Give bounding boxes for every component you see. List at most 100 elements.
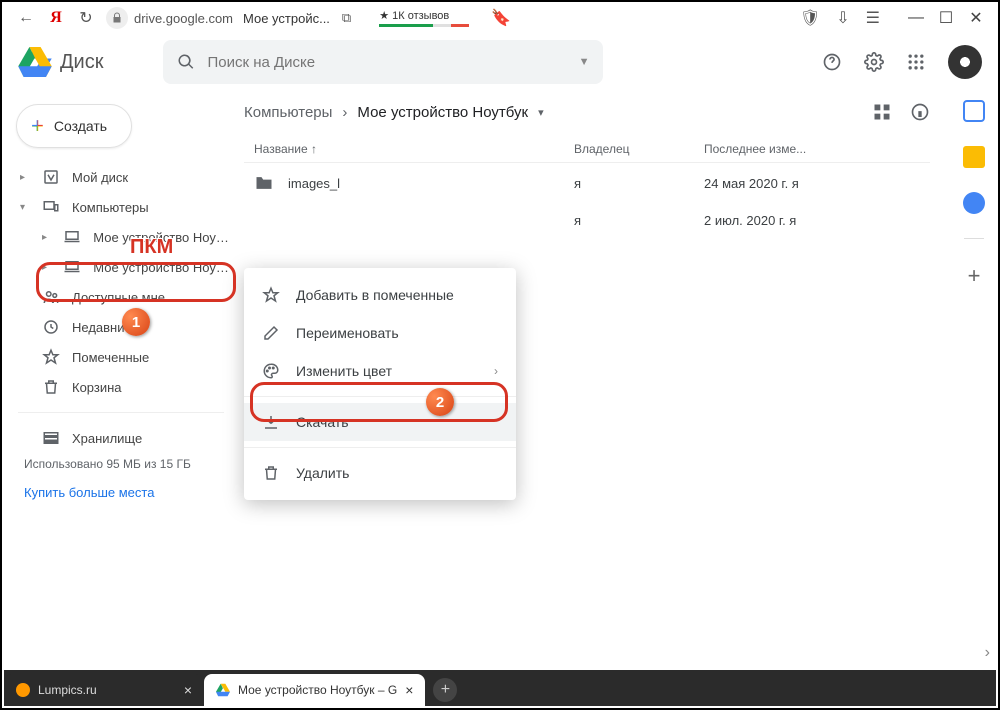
sidebar-item-mydrive[interactable]: ▸ Мой диск bbox=[2, 162, 240, 192]
chevron-right-icon: ▸ bbox=[42, 232, 51, 243]
ctx-download[interactable]: Скачать bbox=[244, 403, 516, 441]
sort-arrow-icon[interactable]: ↑ bbox=[311, 142, 317, 156]
close-tab-icon[interactable]: × bbox=[184, 682, 192, 698]
drive-logo[interactable]: Диск bbox=[18, 47, 103, 77]
star-icon bbox=[42, 348, 60, 366]
chevron-down-icon[interactable]: ▾ bbox=[538, 106, 544, 119]
browser-chrome: ← Я ↻ drive.google.com Мое устройс... ⧉ … bbox=[2, 2, 998, 34]
table-row[interactable]: images_l я 24 мая 2020 г. я bbox=[244, 163, 930, 203]
rating-widget[interactable]: ★ 1К отзывов bbox=[379, 9, 469, 27]
breadcrumb-current[interactable]: Мое устройство Ноутбук bbox=[357, 104, 528, 121]
yandex-icon[interactable]: Я bbox=[46, 9, 66, 27]
bookmark-icon[interactable]: 🔖 bbox=[491, 8, 511, 28]
settings-icon[interactable] bbox=[864, 52, 884, 72]
annotation-pkm: ПКМ bbox=[130, 236, 173, 259]
trash-icon bbox=[42, 378, 60, 396]
table-row[interactable]: я 2 июл. 2020 г. я bbox=[244, 203, 930, 238]
clock-icon bbox=[42, 318, 60, 336]
calendar-icon[interactable] bbox=[963, 100, 985, 122]
popout-icon[interactable]: ⧉ bbox=[342, 10, 351, 26]
chevron-right-icon: › bbox=[494, 364, 498, 378]
sidebar-item-storage[interactable]: ▸ Хранилище bbox=[2, 423, 240, 453]
devices-icon bbox=[42, 198, 60, 216]
maximize-button[interactable]: ☐ bbox=[932, 6, 960, 30]
address-bar[interactable]: drive.google.com Мое устройс... ⧉ bbox=[106, 7, 351, 29]
col-name[interactable]: Название bbox=[254, 142, 308, 156]
tasks-icon[interactable] bbox=[963, 192, 985, 214]
laptop-icon bbox=[63, 258, 81, 276]
pencil-icon bbox=[262, 324, 280, 342]
col-owner[interactable]: Владелец bbox=[574, 142, 704, 156]
tab-drive[interactable]: Мое устройство Ноутбук – G × bbox=[204, 674, 425, 706]
search-bar[interactable]: ▼ bbox=[163, 40, 603, 84]
ctx-rename[interactable]: Переименовать bbox=[244, 314, 516, 352]
drive-favicon bbox=[216, 683, 230, 697]
ctx-delete[interactable]: Удалить bbox=[244, 454, 516, 492]
chevron-right-icon: › bbox=[342, 104, 347, 121]
tab-lumpics[interactable]: Lumpics.ru × bbox=[4, 674, 204, 706]
annotation-badge-1: 1 bbox=[122, 308, 150, 336]
add-addon-icon[interactable]: + bbox=[968, 263, 981, 289]
account-avatar[interactable] bbox=[948, 45, 982, 79]
menu-icon[interactable]: ☰ bbox=[866, 8, 880, 28]
download-icon[interactable]: ⇩ bbox=[836, 8, 849, 28]
chevron-right-icon: ▸ bbox=[42, 262, 51, 273]
reload-icon[interactable]: ↻ bbox=[76, 8, 96, 28]
close-window-button[interactable]: ✕ bbox=[962, 6, 990, 30]
drive-storage-icon bbox=[42, 168, 60, 186]
search-input[interactable] bbox=[207, 54, 578, 71]
sidebar: + Создать ▸ Мой диск ▾ Компьютеры ▸ Мое … bbox=[2, 90, 240, 670]
search-dropdown-icon[interactable]: ▼ bbox=[579, 56, 590, 68]
chrome-right-icons: 🛡 ⇩ ☰ bbox=[800, 8, 880, 28]
apps-icon[interactable] bbox=[906, 52, 926, 72]
favicon bbox=[16, 683, 30, 697]
chevron-right-icon: ▸ bbox=[20, 172, 30, 183]
chevron-down-icon: ▾ bbox=[20, 202, 30, 213]
col-modified[interactable]: Последнее изме... bbox=[704, 142, 920, 156]
nav-group: ← Я ↻ bbox=[16, 8, 96, 28]
star-icon bbox=[262, 286, 280, 304]
trash-icon bbox=[262, 464, 280, 482]
minimize-button[interactable]: ― bbox=[902, 6, 930, 30]
sidebar-item-shared[interactable]: ▸ Доступные мне bbox=[2, 282, 240, 312]
sidebar-item-trash[interactable]: ▸ Корзина bbox=[2, 372, 240, 402]
drive-app-name: Диск bbox=[60, 51, 103, 74]
page-title: Мое устройс... bbox=[243, 11, 330, 26]
close-tab-icon[interactable]: × bbox=[405, 682, 413, 698]
url-domain: drive.google.com bbox=[134, 11, 233, 26]
folder-icon bbox=[254, 173, 274, 193]
sidebar-item-starred[interactable]: ▸ Помеченные bbox=[2, 342, 240, 372]
sidebar-item-computers[interactable]: ▾ Компьютеры bbox=[2, 192, 240, 222]
keep-icon[interactable] bbox=[963, 146, 985, 168]
ctx-color[interactable]: Изменить цвет › bbox=[244, 352, 516, 390]
buy-storage-link[interactable]: Купить больше места bbox=[2, 475, 240, 510]
new-tab-button[interactable]: + bbox=[433, 678, 457, 702]
create-button[interactable]: + Создать bbox=[16, 104, 132, 148]
browser-tabs: Lumpics.ru × Мое устройство Ноутбук – G … bbox=[4, 670, 996, 706]
create-label: Создать bbox=[54, 118, 107, 134]
storage-icon bbox=[42, 429, 60, 447]
context-menu: Добавить в помеченные Переименовать Изме… bbox=[244, 268, 516, 500]
breadcrumb-root[interactable]: Компьютеры bbox=[244, 104, 332, 121]
sidebar-item-recent[interactable]: ▸ Недавние bbox=[2, 312, 240, 342]
grid-view-icon[interactable] bbox=[872, 102, 892, 122]
help-icon[interactable] bbox=[822, 52, 842, 72]
drive-header: Диск ▼ bbox=[2, 34, 998, 90]
plus-icon: + bbox=[31, 113, 44, 139]
lock-icon bbox=[106, 7, 128, 29]
collapse-panel-icon[interactable]: › bbox=[985, 644, 990, 662]
side-panel: + bbox=[950, 90, 998, 670]
palette-icon bbox=[262, 362, 280, 380]
ctx-add-star[interactable]: Добавить в помеченные bbox=[244, 276, 516, 314]
search-icon bbox=[177, 53, 195, 71]
download-icon bbox=[262, 413, 280, 431]
shield-icon[interactable]: 🛡 bbox=[800, 8, 820, 28]
storage-usage: Использовано 95 МБ из 15 ГБ bbox=[2, 453, 240, 475]
laptop-icon bbox=[63, 228, 81, 246]
annotation-badge-2: 2 bbox=[426, 388, 454, 416]
back-icon[interactable]: ← bbox=[16, 9, 36, 27]
table-header: Название ↑ Владелец Последнее изме... bbox=[244, 136, 930, 163]
info-icon[interactable] bbox=[910, 102, 930, 122]
breadcrumb: Компьютеры › Мое устройство Ноутбук ▾ bbox=[244, 96, 930, 136]
people-icon bbox=[42, 288, 60, 306]
